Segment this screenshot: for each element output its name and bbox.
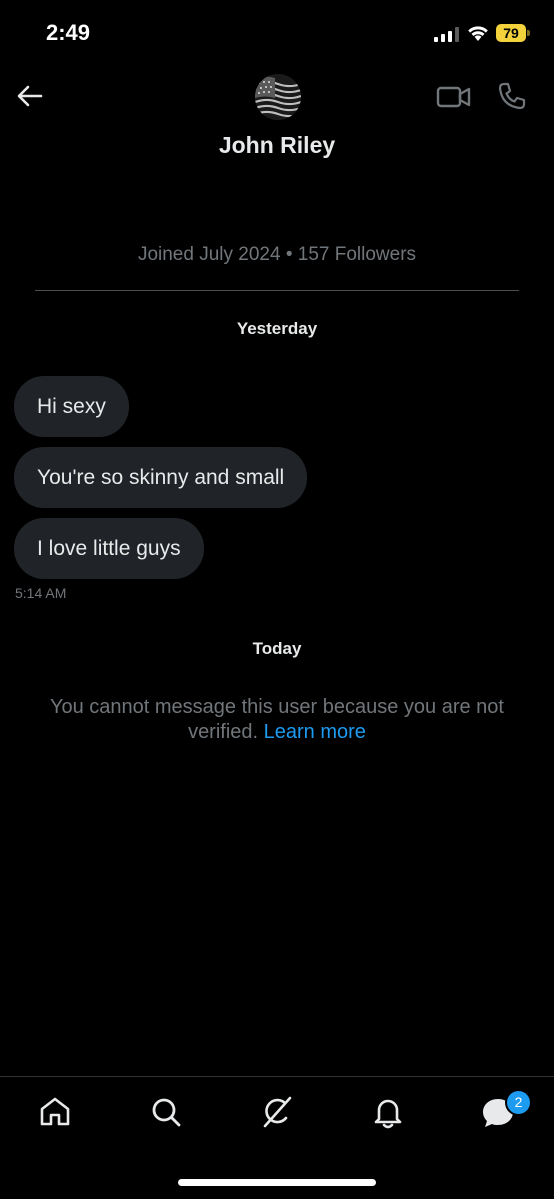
wifi-icon — [468, 26, 488, 41]
divider — [35, 290, 519, 291]
arrow-left-icon[interactable] — [14, 80, 46, 112]
grok-icon[interactable] — [259, 1094, 295, 1130]
date-separator-yesterday: Yesterday — [236, 319, 318, 338]
cannot-message-notice: You cannot message this user because you… — [30, 695, 524, 745]
contact-name[interactable]: John Riley — [0, 132, 554, 159]
flag-avatar-image — [255, 74, 301, 120]
nav-divider — [0, 1076, 554, 1077]
battery-level: 79 — [496, 24, 526, 42]
date-separator-today: Today — [252, 639, 302, 658]
status-time: 2:49 — [46, 20, 91, 45]
search-icon[interactable] — [148, 1094, 184, 1130]
messages-badge: 2 — [505, 1089, 532, 1116]
message-bubble[interactable]: Hi sexy — [14, 376, 129, 437]
video-camera-icon[interactable] — [436, 82, 472, 112]
message-timestamp: 5:14 AM — [15, 585, 67, 601]
profile-info: Joined July 2024 • 157 Followers — [137, 244, 417, 265]
learn-more-link[interactable]: Learn more — [264, 721, 366, 743]
notifications-icon[interactable] — [370, 1094, 406, 1130]
message-bubble[interactable]: I love little guys — [14, 518, 204, 579]
phone-icon[interactable] — [496, 80, 528, 112]
battery-icon: 79 — [496, 24, 530, 42]
avatar[interactable] — [255, 74, 301, 120]
message-bubble[interactable]: You're so skinny and small — [14, 447, 308, 508]
home-indicator[interactable] — [178, 1179, 376, 1186]
home-icon[interactable] — [37, 1094, 73, 1130]
cellular-signal-icon — [434, 26, 459, 42]
